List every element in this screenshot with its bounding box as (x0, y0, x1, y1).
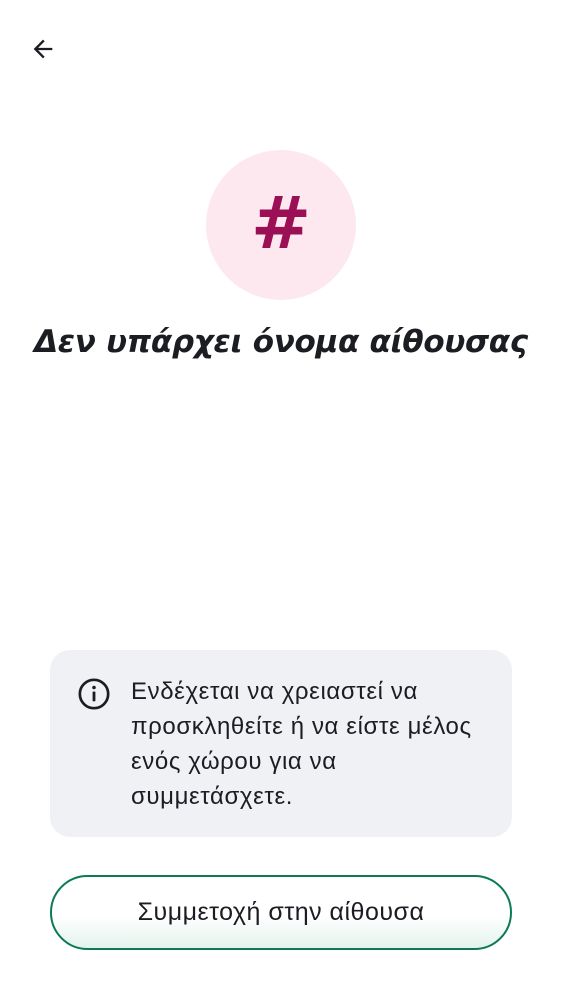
join-room-button-label: Συμμετοχή στην αίθουσα (137, 898, 425, 926)
info-circle-icon (78, 678, 110, 710)
room-preview-screen: # Δεν υπάρχει όνομα αίθουσας Ενδέχεται ν… (0, 0, 562, 1000)
join-room-button[interactable]: Συμμετοχή στην αίθουσα (50, 875, 512, 950)
room-avatar: # (206, 150, 356, 300)
back-button[interactable] (20, 26, 66, 72)
info-card: Ενδέχεται να χρειαστεί να προσκληθείτε ή… (50, 650, 512, 837)
hash-icon: # (250, 181, 312, 265)
room-title: Δεν υπάρχει όνομα αίθουσας (34, 324, 528, 360)
info-message: Ενδέχεται να χρειαστεί να προσκληθείτε ή… (131, 678, 472, 810)
arrow-left-icon (33, 39, 53, 59)
